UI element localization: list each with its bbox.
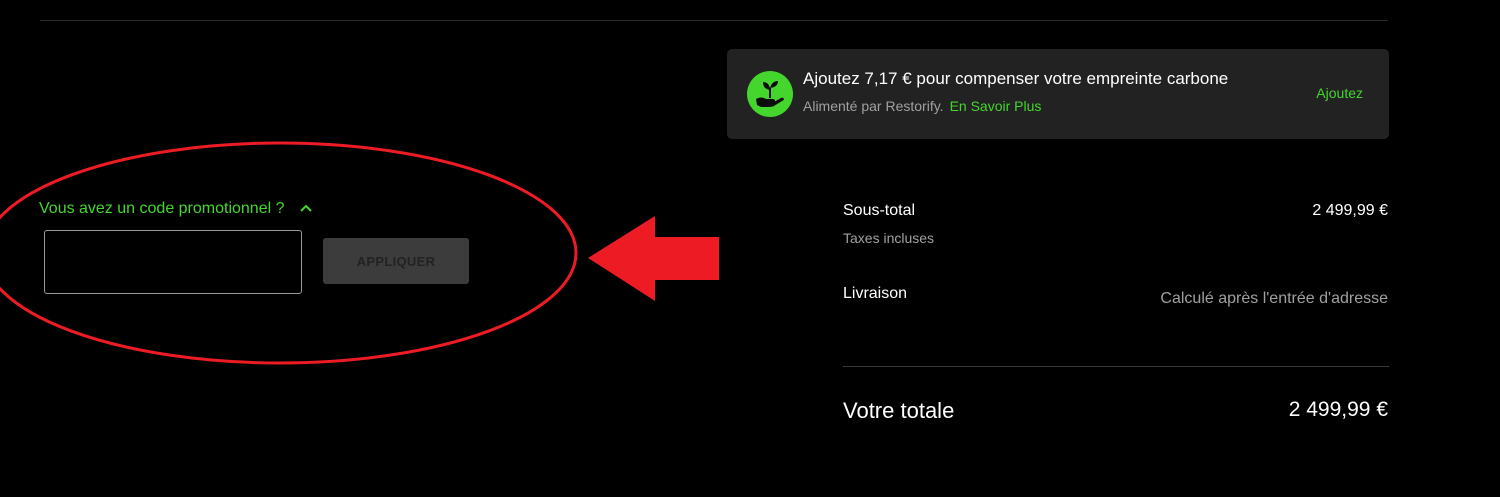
shipping-value: Calculé après l'entrée d'adresse: [1160, 290, 1388, 307]
subtotal-value: 2 499,99 €: [1312, 202, 1388, 219]
top-divider: [40, 20, 1388, 21]
promo-code-input[interactable]: [44, 230, 302, 294]
apply-promo-button[interactable]: APPLIQUER: [323, 238, 469, 284]
powered-by-text: Alimenté par Restorify.: [803, 98, 944, 114]
learn-more-link[interactable]: En Savoir Plus: [950, 98, 1042, 114]
red-arrow-annotation: [588, 216, 719, 301]
subtotal-label: Sous-total: [843, 202, 916, 219]
plant-in-hand-icon: [747, 71, 793, 117]
carbon-offset-title: Ajoutez 7,17 € pour compenser votre empr…: [803, 69, 1229, 88]
total-value: 2 499,99 €: [1288, 398, 1388, 421]
chevron-up-icon: [299, 200, 313, 218]
carbon-offset-card: Ajoutez 7,17 € pour compenser votre empr…: [727, 49, 1389, 139]
add-carbon-offset-button[interactable]: Ajoutez: [1316, 85, 1363, 101]
carbon-offset-subtitle: Alimenté par Restorify. En Savoir Plus: [803, 98, 1041, 114]
taxes-note: Taxes incluses: [843, 230, 935, 246]
summary-divider: [843, 366, 1389, 367]
promo-code-toggle-label: Vous avez un code promotionnel ?: [39, 200, 285, 218]
shipping-label: Livraison: [843, 285, 908, 302]
total-label: Votre totale: [843, 398, 955, 423]
promo-code-toggle[interactable]: Vous avez un code promotionnel ?: [39, 200, 313, 218]
